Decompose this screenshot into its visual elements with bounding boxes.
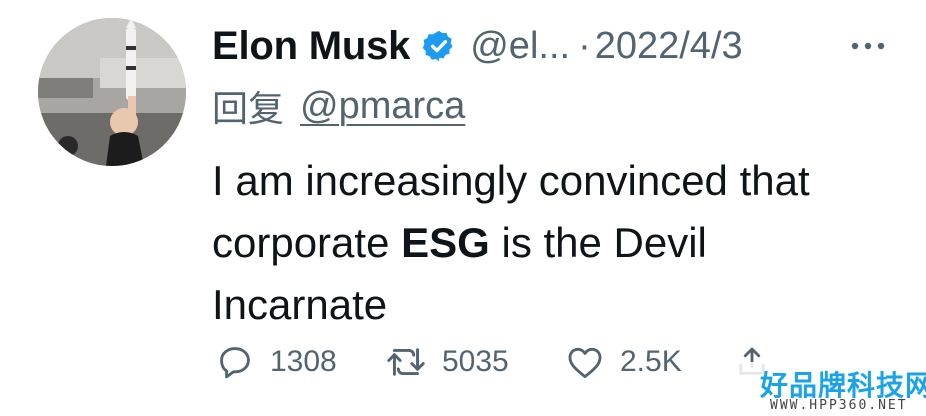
- watermark-url: WWW.HPP360.NET: [770, 398, 908, 413]
- tweet-card: Elon Musk @el... · 2022/4/3 回复 @pmarca I…: [0, 0, 926, 416]
- verified-badge-icon: [422, 29, 456, 63]
- like-count: 2.5K: [620, 345, 682, 378]
- reply-mention-link[interactable]: @pmarca: [300, 85, 465, 128]
- watermark: 好品牌科技网 WWW.HPP360.NET: [738, 362, 926, 416]
- tweet-text-line-1: I am increasingly convinced that: [212, 157, 810, 204]
- like-button[interactable]: 2.5K: [566, 340, 682, 384]
- text-segment: is the Devil: [501, 219, 707, 266]
- tweet-header: Elon Musk @el... · 2022/4/3: [212, 20, 743, 72]
- heart-icon: [568, 347, 602, 378]
- tweet-date[interactable]: 2022/4/3: [595, 25, 743, 68]
- tweet-text-line-3: Incarnate: [212, 281, 388, 328]
- tweet-text: I am increasingly convinced that corpora…: [212, 150, 912, 336]
- avatar-photo: [38, 18, 186, 166]
- retweet-count: 5035: [442, 345, 509, 378]
- avatar[interactable]: [38, 18, 186, 166]
- reply-icon: [220, 347, 250, 379]
- author-handle[interactable]: @el...: [470, 25, 570, 68]
- retweet-button[interactable]: 5035: [386, 340, 509, 384]
- tweet-actions: 1308 5035 2.5K: [216, 340, 776, 384]
- tweet-text-line-2: corporate ESG is the Devil: [212, 212, 912, 274]
- reply-count: 1308: [270, 345, 337, 378]
- text-bold-segment: ESG: [401, 219, 490, 266]
- reply-button[interactable]: 1308: [216, 340, 337, 384]
- retweet-icon: [387, 348, 425, 376]
- author-name[interactable]: Elon Musk: [212, 24, 410, 69]
- reply-label: 回复: [212, 89, 285, 130]
- text-segment: corporate: [212, 219, 390, 266]
- header-separator: ·: [578, 24, 591, 67]
- more-options-icon[interactable]: [846, 28, 890, 64]
- reply-context: 回复 @pmarca: [212, 82, 465, 131]
